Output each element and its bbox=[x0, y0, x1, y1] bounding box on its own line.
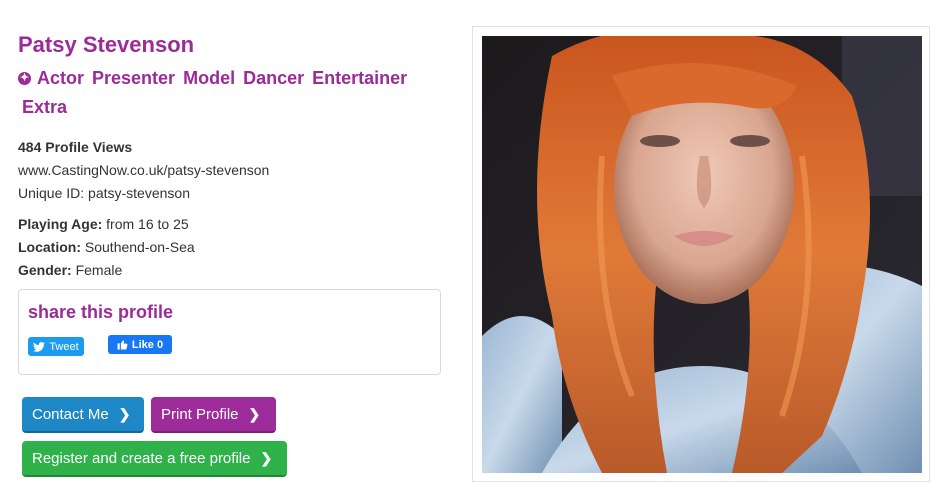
playing-age-label: Playing Age: bbox=[18, 216, 103, 232]
gender: Gender: Female bbox=[18, 259, 448, 282]
tweet-button[interactable]: Tweet bbox=[28, 337, 84, 356]
twitter-bird-icon bbox=[33, 341, 46, 352]
profile-views: 484 Profile Views bbox=[18, 139, 133, 155]
chevron-right-icon: ❯ bbox=[260, 449, 273, 466]
chevron-right-icon: ❯ bbox=[118, 405, 131, 422]
register-label: Register and create a free profile bbox=[32, 449, 251, 467]
portrait-image bbox=[482, 36, 922, 473]
gender-label: Gender: bbox=[18, 262, 72, 278]
like-label: Like 0 bbox=[131, 338, 164, 351]
gender-value: Female bbox=[75, 262, 123, 278]
contact-label: Contact Me bbox=[32, 405, 109, 423]
profile-photo-frame bbox=[472, 26, 930, 482]
share-box: share this profile Tweet Like 0 bbox=[18, 289, 441, 375]
profile-info: Patsy Stevenson ✦ Actor Presenter Model … bbox=[18, 30, 448, 282]
role-item: Dancer bbox=[243, 68, 305, 88]
print-profile-button[interactable]: Print Profile ❯ bbox=[151, 397, 276, 433]
tweet-label: Tweet bbox=[49, 340, 79, 353]
location: Location: Southend-on-Sea bbox=[18, 236, 448, 259]
playing-age-value: from 16 to 25 bbox=[106, 216, 189, 232]
profile-details: 484 Profile Views www.CastingNow.co.uk/p… bbox=[18, 136, 448, 282]
contact-button[interactable]: Contact Me ❯ bbox=[22, 397, 144, 433]
thumbs-up-icon bbox=[117, 340, 128, 350]
profile-photo[interactable] bbox=[482, 36, 922, 473]
playing-age: Playing Age: from 16 to 25 bbox=[18, 213, 448, 236]
star-icon: ✦ bbox=[18, 72, 31, 85]
roles-list: ✦ Actor Presenter Model Dancer Entertain… bbox=[18, 64, 448, 122]
role-item: Actor bbox=[37, 68, 85, 88]
role-item: Model bbox=[183, 68, 236, 88]
role-item: Presenter bbox=[92, 68, 176, 88]
chevron-right-icon: ❯ bbox=[248, 405, 261, 422]
profile-name: Patsy Stevenson bbox=[18, 32, 195, 57]
unique-id: Unique ID: patsy-stevenson bbox=[18, 185, 190, 201]
location-value: Southend-on-Sea bbox=[84, 239, 195, 255]
like-button[interactable]: Like 0 bbox=[108, 335, 172, 354]
role-item: Entertainer bbox=[312, 68, 408, 88]
role-item: Extra bbox=[22, 97, 68, 117]
share-title: share this profile bbox=[28, 302, 174, 322]
profile-url[interactable]: www.CastingNow.co.uk/patsy-stevenson bbox=[18, 159, 448, 182]
location-label: Location: bbox=[18, 239, 81, 255]
print-label: Print Profile bbox=[161, 405, 239, 423]
register-button[interactable]: Register and create a free profile ❯ bbox=[22, 441, 287, 477]
